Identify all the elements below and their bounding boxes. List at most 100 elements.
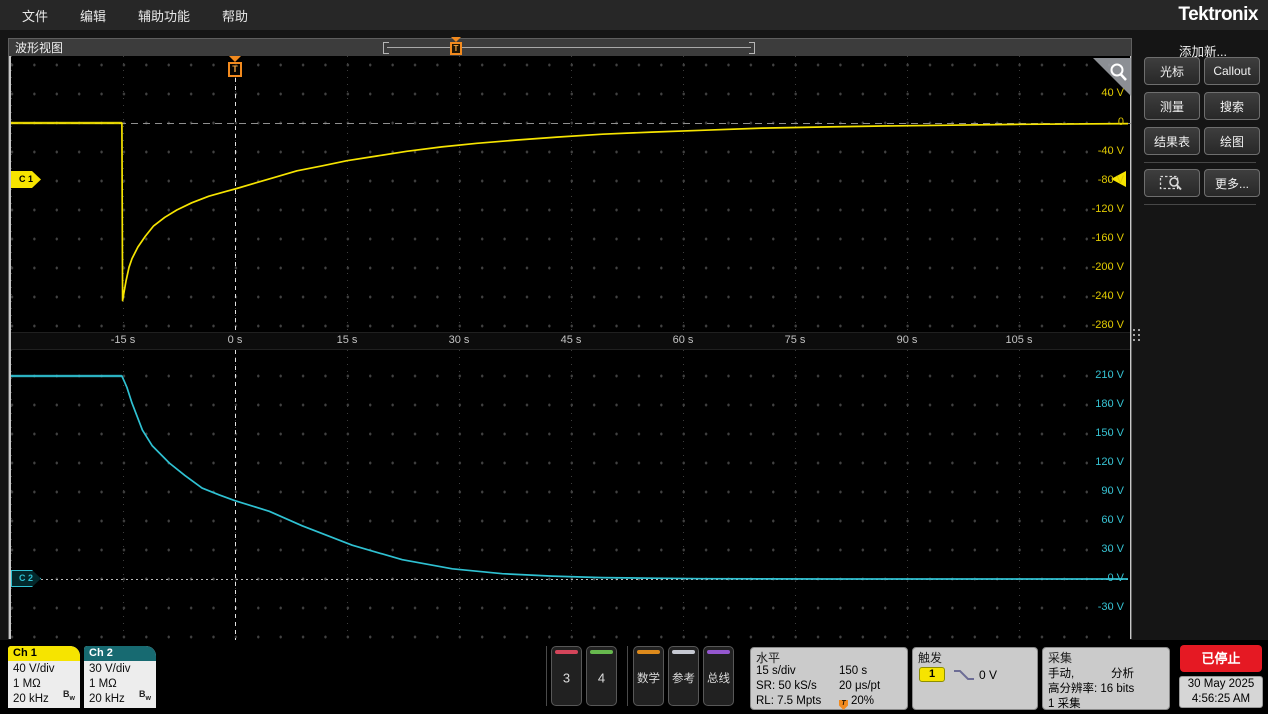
trigger-position-icon: T xyxy=(839,700,848,710)
falling-edge-icon xyxy=(953,668,975,682)
c2-y-tick-label: 60 V xyxy=(1101,514,1124,526)
more-button[interactable]: 更多... xyxy=(1204,169,1260,197)
horizontal-record-length: RL: 7.5 Mpts xyxy=(756,695,821,707)
c2-y-tick-label: 90 V xyxy=(1101,485,1124,497)
channel-4-button[interactable]: 4 xyxy=(586,646,617,706)
top-plot-c1[interactable]: T C 1 40 V0-40 V-80 V-120 V-160 V-200 V-… xyxy=(11,56,1130,332)
horizontal-sample-rate: SR: 50 kS/s xyxy=(756,680,817,692)
divider xyxy=(627,646,628,706)
graticule-area: T C 1 40 V0-40 V-80 V-120 V-160 V-200 V-… xyxy=(9,56,1131,639)
trigger-source-badge: 1 xyxy=(919,667,945,682)
area-zoom-icon xyxy=(1159,174,1185,192)
datetime-display: 30 May 2025 4:56:25 AM xyxy=(1179,676,1263,708)
acquisition-analyze: 分析 xyxy=(1111,665,1134,681)
ch1-badge[interactable]: Ch 1 40 V/div 1 MΩ 20 kHz Bw xyxy=(8,646,80,708)
ch1-bandwidth-limit-icon: Bw xyxy=(63,687,75,706)
c2-y-tick-label: 0 V xyxy=(1107,572,1124,584)
results-table-button[interactable]: 结果表 xyxy=(1144,127,1200,155)
ch1-badge-header: Ch 1 xyxy=(8,646,80,661)
date-text: 30 May 2025 xyxy=(1180,677,1262,692)
record-view-line xyxy=(387,47,751,48)
x-tick-label: -15 s xyxy=(111,334,135,346)
c1-y-tick-label: -120 V xyxy=(1092,203,1124,215)
trigger-position-marker[interactable]: T xyxy=(228,62,242,77)
callout-button[interactable]: Callout xyxy=(1204,57,1260,85)
x-tick-label: 90 s xyxy=(897,334,918,346)
waveform-view-header: 波形视图 T xyxy=(9,39,1131,57)
ref-button[interactable]: 参考 xyxy=(668,646,699,706)
channel-button-label: 4 xyxy=(587,670,616,685)
acquisition-badge[interactable]: 采集 手动, 分析 高分辨率: 16 bits 1 采集 xyxy=(1042,647,1170,710)
c1-y-tick-label: 40 V xyxy=(1101,87,1124,99)
channel-button-label: 总线 xyxy=(704,670,733,686)
acquisition-title: 采集 xyxy=(1043,648,1169,666)
ch2-scale: 30 V/div xyxy=(89,662,156,677)
menu-utility[interactable]: 辅助功能 xyxy=(138,6,190,25)
bus-button[interactable]: 总线 xyxy=(703,646,734,706)
c1-trace xyxy=(11,123,1128,301)
horizontal-trigger-position: T20% xyxy=(839,695,874,710)
math-button[interactable]: 数学 xyxy=(633,646,664,706)
record-view-right-bracket xyxy=(749,42,755,54)
trigger-title: 触发 xyxy=(913,648,1037,666)
record-trigger-marker[interactable]: T xyxy=(450,42,462,55)
horizontal-resolution: 20 μs/pt xyxy=(839,680,880,692)
channel-color-stripe xyxy=(637,650,660,654)
channel-button-label: 3 xyxy=(552,670,581,685)
menu-bar: 文件 编辑 辅助功能 帮助 Tektronix xyxy=(0,0,1268,30)
c2-trace xyxy=(11,376,1128,579)
ch2-badge[interactable]: Ch 2 30 V/div 1 MΩ 20 kHz Bw xyxy=(84,646,156,708)
add-new-sidebar: 添加新... 更多... 光标Callout测量搜索结果表绘图 xyxy=(1140,38,1266,638)
x-tick-label: 0 s xyxy=(228,334,243,346)
area-zoom-button[interactable] xyxy=(1144,169,1200,197)
c1-y-tick-label: -200 V xyxy=(1092,261,1124,273)
x-tick-label: 105 s xyxy=(1006,334,1033,346)
sidebar-divider xyxy=(1144,162,1256,163)
bottom-plot-c2[interactable]: C 2 210 V180 V150 V120 V90 V60 V30 V0 V-… xyxy=(11,350,1130,640)
measure-button[interactable]: 测量 xyxy=(1144,92,1200,120)
horizontal-window: 150 s xyxy=(839,665,867,677)
c1-y-tick-label: -280 V xyxy=(1092,319,1124,331)
acquisition-mode: 手动, xyxy=(1048,665,1074,681)
scope-app: 文件 编辑 辅助功能 帮助 Tektronix 波形视图 T T C 1 xyxy=(0,0,1268,714)
acquisition-detail: 高分辨率: 16 bits xyxy=(1048,680,1134,696)
horizontal-scale: 15 s/div xyxy=(756,665,796,677)
ch2-badge-body: 30 V/div 1 MΩ 20 kHz Bw xyxy=(84,661,156,707)
channel-color-stripe xyxy=(672,650,695,654)
channel-3-button[interactable]: 3 xyxy=(551,646,582,706)
c2-y-tick-label: 120 V xyxy=(1095,456,1124,468)
tektronix-logo: Tektronix xyxy=(1178,4,1258,26)
c1-y-tick-label: -80 V xyxy=(1098,174,1124,186)
menu-file[interactable]: 文件 xyxy=(22,6,48,25)
record-view-left-bracket xyxy=(383,42,389,54)
x-axis-row: -15 s0 s15 s30 s45 s60 s75 s90 s105 s xyxy=(11,332,1130,350)
x-tick-label: 75 s xyxy=(785,334,806,346)
channel-color-stripe xyxy=(707,650,730,654)
c2-y-tick-label: 180 V xyxy=(1095,398,1124,410)
menu-edit[interactable]: 编辑 xyxy=(80,6,106,25)
horizontal-badge[interactable]: 水平 15 s/div 150 s SR: 50 kS/s 20 μs/pt R… xyxy=(750,647,908,710)
stopped-button[interactable]: 已停止 xyxy=(1180,645,1262,672)
c1-y-tick-label: -160 V xyxy=(1092,232,1124,244)
time-text: 4:56:25 AM xyxy=(1180,692,1262,707)
ch2-bandwidth-limit-icon: Bw xyxy=(139,687,151,706)
plot-button[interactable]: 绘图 xyxy=(1204,127,1260,155)
channel-button-label: 参考 xyxy=(669,670,698,686)
channel-button-label: 数学 xyxy=(634,670,663,686)
waveform-view-title: 波形视图 xyxy=(9,41,63,55)
menu-help[interactable]: 帮助 xyxy=(222,6,248,25)
c1-y-tick-label: -240 V xyxy=(1092,290,1124,302)
x-tick-label: 30 s xyxy=(449,334,470,346)
sidebar-divider xyxy=(1144,204,1256,205)
search-button[interactable]: 搜索 xyxy=(1204,92,1260,120)
record-view-bar[interactable]: T xyxy=(383,39,755,56)
trigger-badge[interactable]: 触发 1 0 V xyxy=(912,647,1038,710)
ch1-badge-body: 40 V/div 1 MΩ 20 kHz Bw xyxy=(8,661,80,707)
c1-y-tick-label: 0 xyxy=(1118,116,1124,128)
ch2-badge-header: Ch 2 xyxy=(84,646,156,661)
x-tick-label: 15 s xyxy=(337,334,358,346)
cursor-button[interactable]: 光标 xyxy=(1144,57,1200,85)
c2-waveform-svg xyxy=(11,350,1131,640)
divider xyxy=(546,646,547,706)
channel-color-stripe xyxy=(555,650,578,654)
